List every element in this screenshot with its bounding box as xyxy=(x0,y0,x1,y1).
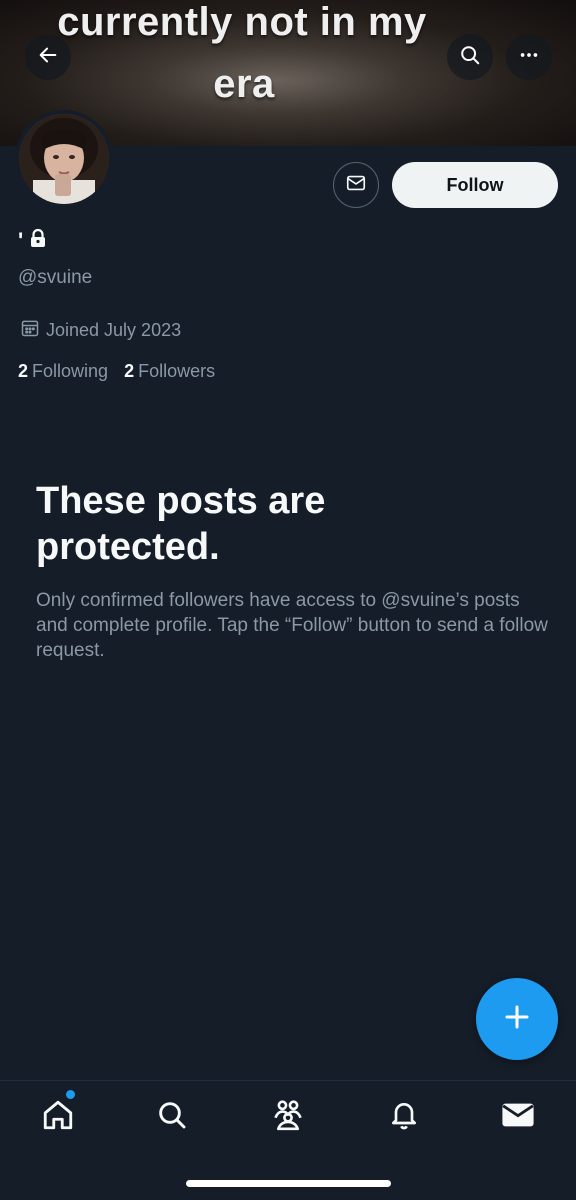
follow-button[interactable]: Follow xyxy=(392,162,558,208)
follow-stats: 2 Following 2 Followers xyxy=(18,361,215,382)
following-count: 2 xyxy=(18,361,29,381)
notifications-icon xyxy=(388,1098,420,1137)
join-date: Joined July 2023 xyxy=(20,318,181,343)
nav-messages[interactable] xyxy=(498,1097,538,1137)
display-name: ' xyxy=(18,228,24,253)
new-activity-dot xyxy=(66,1090,75,1099)
nav-notifications[interactable] xyxy=(384,1097,424,1137)
home-indicator[interactable] xyxy=(186,1180,391,1187)
followers-count: 2 xyxy=(124,361,135,381)
profile-screen: currently not in my era Follow ' @svuine… xyxy=(0,0,576,1200)
more-horizontal-icon xyxy=(518,44,540,71)
search-button[interactable] xyxy=(447,34,493,80)
display-name-row: ' xyxy=(18,228,47,254)
more-options-button[interactable] xyxy=(506,34,552,80)
plus-icon xyxy=(502,1002,532,1037)
following-link[interactable]: 2 Following xyxy=(18,361,108,382)
arrow-left-icon xyxy=(37,44,59,71)
search-icon xyxy=(156,1099,188,1136)
search-icon xyxy=(459,44,481,71)
messages-icon xyxy=(501,1100,535,1135)
message-button[interactable] xyxy=(333,162,379,208)
join-date-text: Joined July 2023 xyxy=(46,320,182,340)
compose-button[interactable] xyxy=(476,978,558,1060)
user-handle: @svuine xyxy=(18,267,93,288)
communities-icon xyxy=(270,1098,306,1137)
home-icon xyxy=(41,1098,75,1137)
avatar[interactable] xyxy=(15,110,113,208)
calendar-icon xyxy=(20,318,40,343)
protected-description: Only confirmed followers have access to … xyxy=(36,590,548,661)
protected-title: These posts are protected. xyxy=(36,480,326,568)
banner-text-line1: currently not in my xyxy=(57,0,427,44)
nav-home[interactable] xyxy=(38,1097,78,1137)
back-button[interactable] xyxy=(25,34,71,80)
nav-search[interactable] xyxy=(152,1097,192,1137)
followers-label: Followers xyxy=(138,361,216,381)
following-label: Following xyxy=(32,361,109,381)
envelope-icon xyxy=(345,172,367,199)
lock-icon xyxy=(29,228,47,254)
nav-communities[interactable] xyxy=(268,1097,308,1137)
followers-link[interactable]: 2 Followers xyxy=(124,361,215,382)
